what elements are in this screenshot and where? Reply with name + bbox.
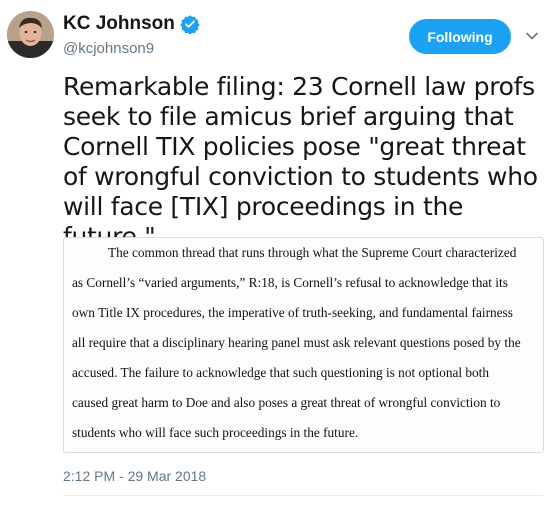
user-handle[interactable]: @kcjohnson9 [63, 40, 154, 57]
profile-photo-icon [7, 11, 54, 58]
following-button[interactable]: Following [409, 19, 511, 54]
divider [63, 495, 543, 496]
excerpt-line: caused great harm to Doe and also poses … [72, 395, 501, 410]
attached-image[interactable]: The common thread that runs through what… [63, 237, 544, 453]
verified-badge-icon [180, 15, 200, 34]
excerpt-line: as Cornell’s “varied arguments,” R:18, i… [72, 275, 508, 290]
excerpt-line: accused. The failure to acknowledge that… [72, 365, 490, 380]
excerpt-line: all require that a disciplinary hearing … [72, 335, 521, 350]
tweet-text: Remarkable filing: 23 Cornell law profs … [63, 72, 538, 251]
excerpt-line: students who will face such proceedings … [72, 425, 359, 440]
excerpt-line: own Title IX procedures, the imperative … [72, 305, 513, 320]
display-name[interactable]: KC Johnson [63, 13, 175, 35]
excerpt-line: The common thread that runs through what… [108, 245, 517, 260]
chevron-down-icon[interactable] [524, 28, 540, 44]
author-name-row[interactable]: KC Johnson [63, 13, 200, 35]
tweet-timestamp[interactable]: 2:12 PM - 29 Mar 2018 [63, 468, 206, 484]
avatar[interactable] [7, 11, 54, 58]
